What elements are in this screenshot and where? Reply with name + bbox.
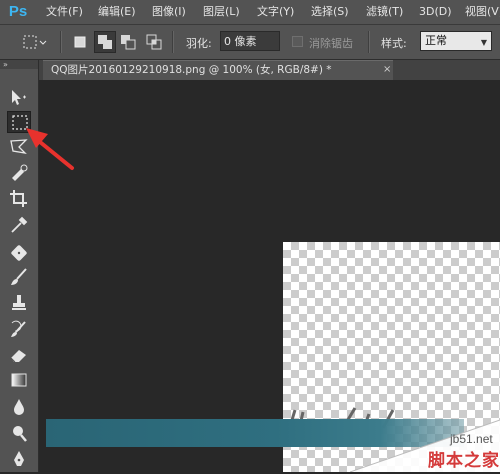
subtract-from-selection-icon[interactable] <box>120 34 136 50</box>
chevron-down-icon: ▼ <box>480 38 487 47</box>
add-to-selection-icon[interactable] <box>94 31 116 53</box>
document-tab[interactable]: QQ图片20160129210918.png @ 100% (女, RGB/8#… <box>43 60 393 80</box>
menu-edit[interactable]: 编辑(E) <box>98 4 136 20</box>
healing-brush-tool-icon[interactable] <box>7 242 31 264</box>
photoshop-logo: Ps <box>8 3 28 20</box>
menu-filter[interactable]: 滤镜(T) <box>366 4 403 20</box>
watermark-site-name: 脚本之家 <box>428 451 500 471</box>
move-tool-icon[interactable] <box>7 87 31 109</box>
antialias-label: 消除锯齿 <box>309 37 353 50</box>
antialias-checkbox[interactable] <box>292 36 303 47</box>
feather-label: 羽化: <box>186 37 212 50</box>
menu-file[interactable]: 文件(F) <box>46 4 83 20</box>
intersect-selection-icon[interactable] <box>146 34 162 50</box>
document-tab-title: QQ图片20160129210918.png @ 100% (女, RGB/8#… <box>51 64 332 76</box>
feather-input[interactable]: 0 像素 <box>220 31 280 51</box>
clone-stamp-tool-icon[interactable] <box>7 292 31 314</box>
dodge-tool-icon[interactable] <box>7 422 31 444</box>
gradient-tool-icon[interactable] <box>7 369 31 391</box>
menu-type[interactable]: 文字(Y) <box>257 4 294 20</box>
watermark-url: jb51.net <box>450 432 493 446</box>
crop-tool-icon[interactable] <box>7 188 31 210</box>
new-selection-icon[interactable] <box>72 34 88 50</box>
brush-tool-icon[interactable] <box>7 266 31 288</box>
history-brush-tool-icon[interactable] <box>7 318 31 340</box>
menu-bar: Ps 文件(F) 编辑(E) 图像(I) 图层(L) 文字(Y) 选择(S) 滤… <box>0 0 500 25</box>
options-bar: 羽化: 0 像素 消除锯齿 样式: 正常 ▼ <box>0 25 500 60</box>
menu-layer[interactable]: 图层(L) <box>203 4 240 20</box>
marquee-preset-icon[interactable] <box>22 33 48 49</box>
close-icon[interactable]: × <box>383 61 391 79</box>
menu-image[interactable]: 图像(I) <box>152 4 186 20</box>
menu-select[interactable]: 选择(S) <box>311 4 349 20</box>
document-tab-bar: QQ图片20160129210918.png @ 100% (女, RGB/8#… <box>39 60 500 80</box>
eraser-tool-icon[interactable] <box>7 344 31 366</box>
pen-tool-icon[interactable] <box>7 448 31 470</box>
options-separator <box>60 31 62 53</box>
red-arrow-annotation <box>26 128 74 170</box>
options-separator <box>368 31 370 53</box>
menu-3d[interactable]: 3D(D) <box>419 4 452 20</box>
eyedropper-tool-icon[interactable] <box>7 214 31 236</box>
style-label: 样式: <box>381 37 407 50</box>
style-select-value: 正常 <box>425 34 447 47</box>
blur-tool-icon[interactable] <box>7 396 31 418</box>
style-select[interactable]: 正常 ▼ <box>420 31 492 51</box>
toolbar-collapse-icon[interactable]: » <box>0 60 38 69</box>
options-separator <box>172 31 174 53</box>
menu-view[interactable]: 视图(V) <box>465 4 500 20</box>
